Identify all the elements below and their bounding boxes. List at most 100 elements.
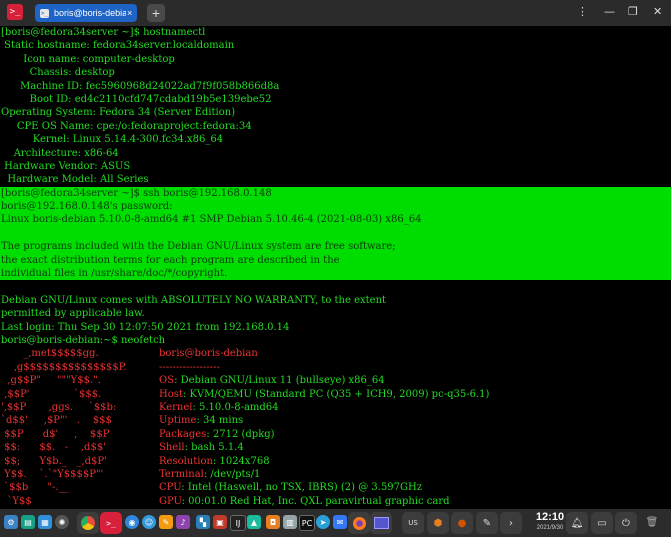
terminal-line [0,226,671,241]
terminal-line: [boris@fedora34server ~]$ ssh boris@192.… [0,186,671,201]
neofetch-value: : 2712 (dpkg) [206,428,275,440]
neofetch-logo-line: ',$$P ,ggs. `$$b: [1,401,117,413]
tab-close-icon[interactable]: × [127,8,132,18]
neofetch-row: `Y$$ GPU: 00:01.0 Red Hat, Inc. QXL parav… [0,495,671,508]
neofetch-logo-line: ,g$$P" """Y$$.". [1,375,101,387]
clock-date: 2021/9/30 [536,525,564,531]
neofetch-key: Host [159,388,183,400]
terminal-line: Linux boris-debian 5.10.0-8-amd64 #1 SMP… [0,213,671,227]
pycharm-icon[interactable]: PC [299,515,315,531]
terminal-line: Chassis: desktop [1,67,115,79]
virtual-machine-button[interactable] [370,512,392,534]
neofetch-logo-line: `d$$' ,$P"' . $$$ [1,415,112,427]
wrench-icon: ✎ [482,517,492,529]
terminal-line: CPE OS Name: cpe:/o:fedoraproject:fedora… [1,120,252,132]
keyboard-layout-button[interactable]: US [402,512,424,534]
keyboard-layout-label: US [408,519,418,527]
selected-text-block: [boris@fedora34server ~]$ ssh boris@192.… [0,186,671,281]
deepin-icon[interactable]: ◉ [125,515,139,529]
image-viewer-icon[interactable]: ▲ [247,515,261,529]
show-desktop-button[interactable]: ▭ [591,512,613,534]
neofetch-value: : bash 5.1.4 [184,442,244,454]
terminal-icon: >_ [106,518,116,528]
clock-time: 12:10 [535,511,565,523]
package-icon[interactable]: ▣ [213,515,227,529]
notification-button[interactable]: 🔔︎ [566,512,588,534]
chat-icon[interactable]: ☺ [142,515,156,529]
terminal-line: the exact distribution terms for each pr… [0,253,671,268]
terminal-tab-icon: >_ [40,8,49,18]
terminal-line: Machine ID: fec5960968d24022ad7f9f058b86… [1,80,280,92]
trash-icon[interactable]: 🗑︎ [645,515,659,529]
tab-label: boris@boris-debian: ~ [54,8,126,18]
neofetch-key: OS [159,375,175,387]
tab-boris-debian[interactable]: >_ boris@boris-debian: ~ × [35,4,137,22]
ssh-login-output: Debian GNU/Linux comes with ABSOLUTELY N… [0,280,671,347]
neofetch-row: `$$b "-.__ CPU: Intel (Haswell, no TSX, I… [0,481,671,494]
firefox-button[interactable] [348,512,370,534]
neofetch-row: Y$$. `.`"Y$$$$P"' Terminal: /dev/pts/1 [0,468,671,481]
terminal-line: Last login: Thu Sep 30 12:07:50 2021 fro… [1,321,290,333]
terminal-taskbar-button[interactable]: >_ [100,512,122,534]
neofetch-row: $$P d$' , $$P Packages: 2712 (dpkg) [0,428,671,441]
maximize-icon[interactable]: ❐ [628,5,638,18]
neofetch-key: Shell [159,442,185,454]
terminal-output[interactable]: [boris@fedora34server ~]$ hostnamectl St… [0,26,671,509]
neofetch-logo-line: $$P d$' , $$P [1,428,110,440]
tray-expand-button[interactable]: › [500,512,522,534]
title-bar: >_ >_ boris@boris-debian: ~ × + ⋮ — ❐ ✕ [0,0,671,26]
browser-button[interactable] [77,512,99,534]
menu-icon[interactable]: ⋮ [577,5,588,18]
tray-app-1[interactable]: ⬢ [427,512,449,534]
intellij-icon[interactable]: IJ [230,515,246,531]
clock[interactable]: 12:10 2021/9/30 [532,511,568,533]
tray-app-2[interactable]: ● [451,512,473,534]
terminal-line: Boot ID: ed4c2110cfd747cdabd19b5e139ebe5… [1,93,272,105]
terminal-line: The programs included with the Debian GN… [0,240,671,254]
new-tab-button[interactable]: + [147,4,165,22]
window-icon: ▭ [597,517,607,529]
camera-icon[interactable]: ◘ [266,515,280,529]
terminal-line: [boris@fedora34server ~]$ hostnamectl [1,27,206,38]
grid-app-icon[interactable]: ▚ [196,515,210,529]
neofetch-key: GPU [159,495,182,507]
neofetch-row: ,g$$P" """Y$$.". OS: Debian GNU/Linux 11 … [0,374,671,387]
neofetch-logo-line: $$; Y$b._ _,d$P' [1,455,107,467]
neofetch-logo-line: ,g$$$$$$$$$$$$$$$P. [1,361,127,373]
tray-app-3[interactable]: ✎ [476,512,498,534]
terminal-line: permitted by applicable law. [1,308,145,320]
notes-icon[interactable]: ✎ [159,515,173,529]
neofetch-logo-line: Y$$. `.`"Y$$$$P"' [1,468,104,480]
neofetch-logo-line: `$$b "-.__ [1,482,69,494]
calculator-icon[interactable]: ▥ [283,515,297,529]
neofetch-logo-line: `Y$$ [1,495,32,507]
neofetch-value: : 34 mins [196,415,244,427]
neofetch-row: _,met$$$$$gg. boris@boris-debian [0,347,671,360]
settings-icon[interactable]: ✺ [55,515,69,529]
neofetch-logo-line: ,$$P' `$$$. [1,388,102,400]
neofetch-logo-line: $$: $$. - ,d$$' [1,442,106,454]
terminal-line: individual files in /usr/share/doc/*/cop… [0,267,671,281]
close-icon[interactable]: ✕ [653,5,662,18]
neofetch-key: Packages [159,428,207,440]
file-manager-icon[interactable]: ▤ [21,515,35,529]
terminal-app-icon[interactable]: >_ [7,4,23,20]
neofetch-key: CPU [159,482,182,494]
chevron-right-icon: › [509,517,513,529]
terminal-line: Kernel: Linux 5.14.4-300.fc34.x86_64 [1,134,224,146]
power-button[interactable]: ⏻ [615,512,637,534]
music-icon[interactable]: ♪ [176,515,190,529]
neofetch-value: : Debian GNU/Linux 11 (bullseye) x86_64 [174,375,385,387]
terminal-line: Icon name: computer-desktop [1,53,175,65]
telegram-icon[interactable]: ➤ [316,515,330,529]
terminal-line: boris@boris-debian:~$ neofetch [1,334,166,346]
neofetch-key: Uptime [159,415,197,427]
neofetch-key: Resolution [159,455,213,467]
store-icon[interactable]: ▦ [38,515,52,529]
mail-icon[interactable]: ✉ [333,515,347,529]
minimize-icon[interactable]: — [604,5,615,18]
terminal-line: Operating System: Fedora 34 (Server Edit… [1,107,236,119]
gear-icon[interactable]: ⚙ [4,515,18,529]
neofetch-key: Kernel [159,401,193,413]
